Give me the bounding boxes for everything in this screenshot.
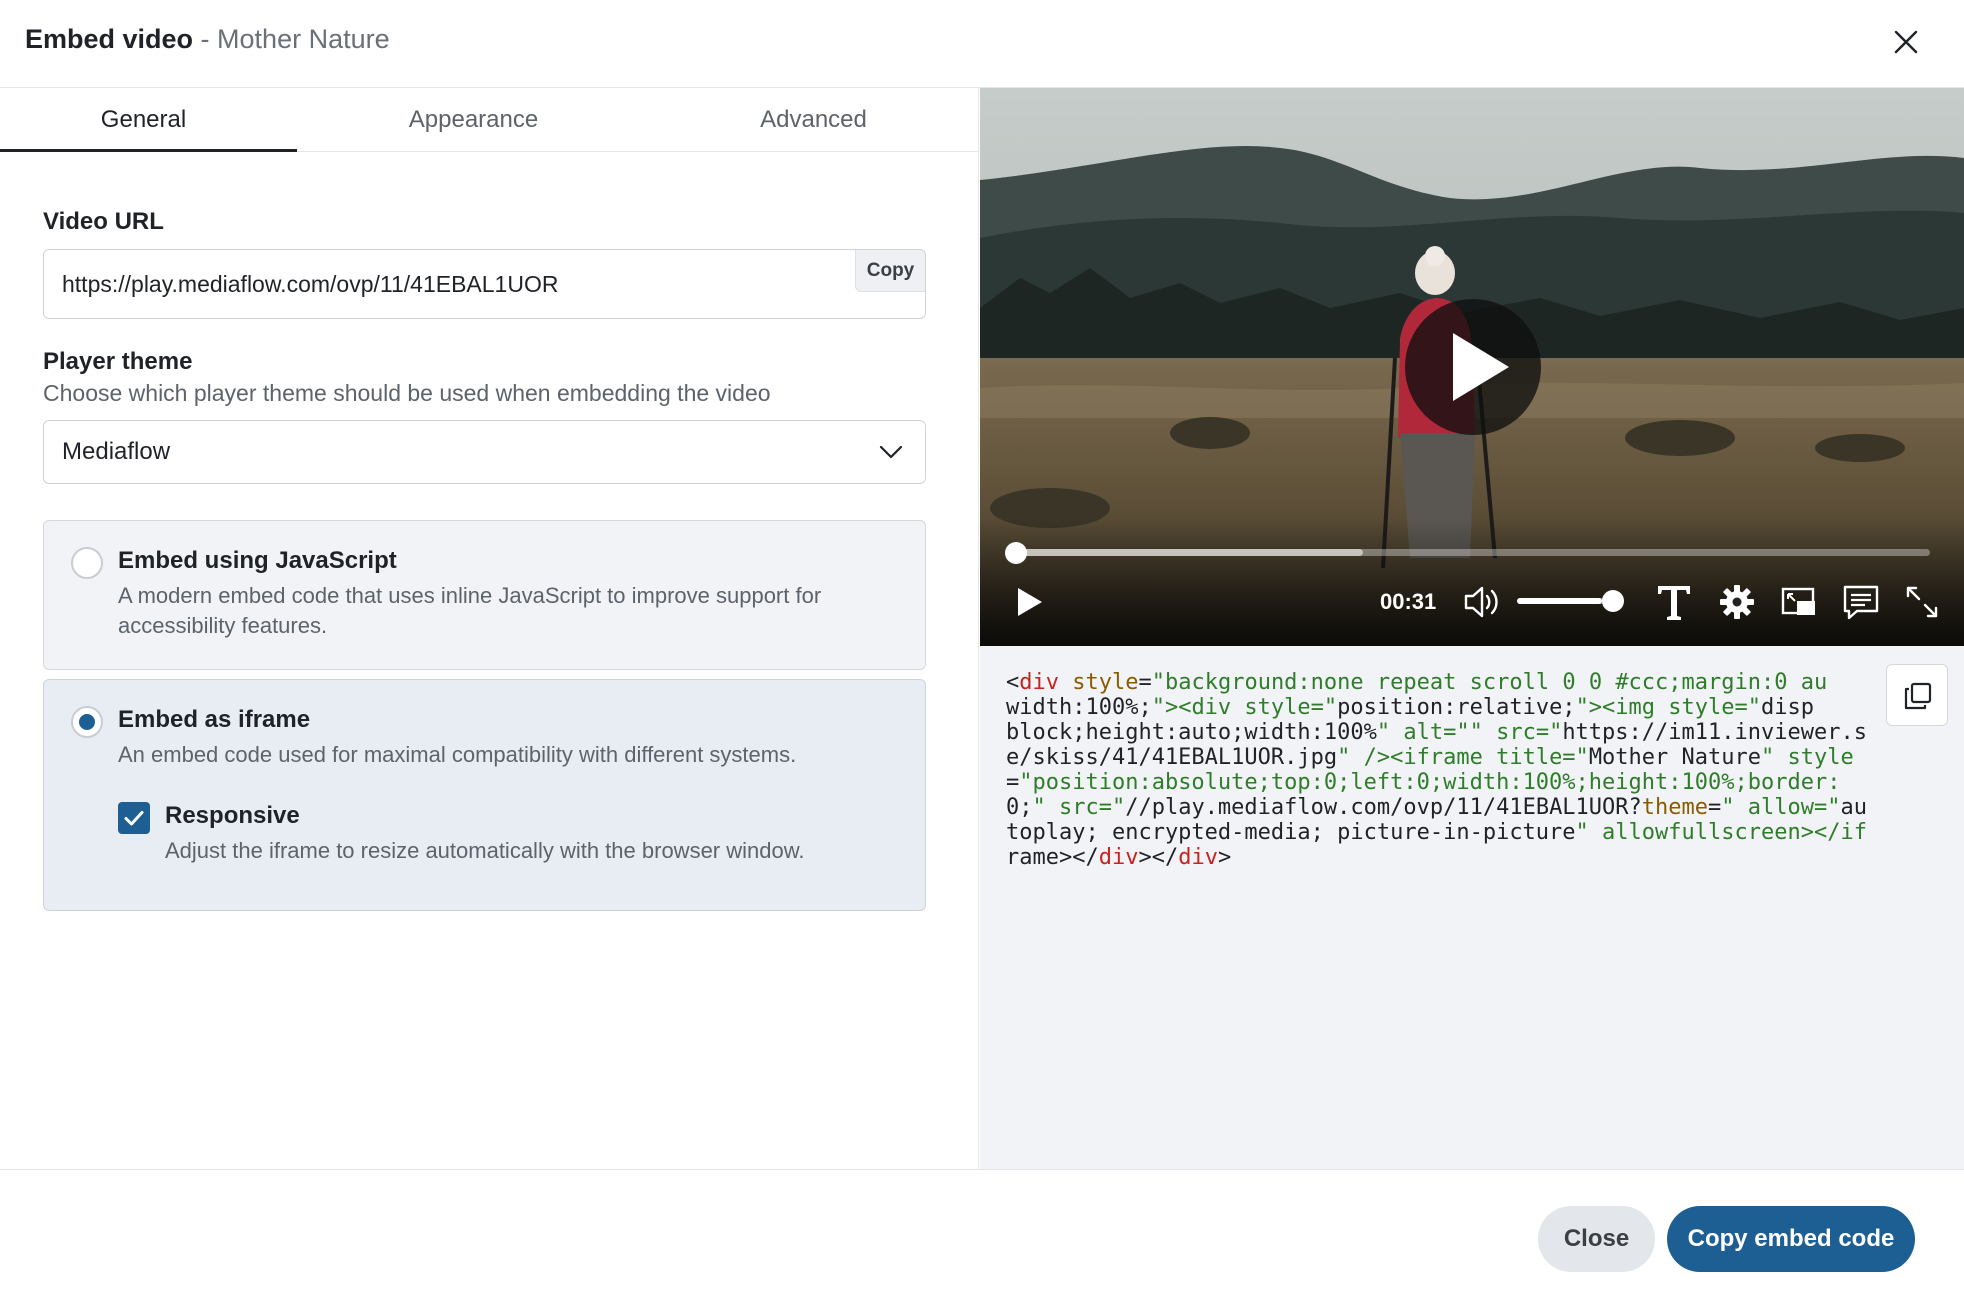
dialog-title-main: Embed video	[25, 24, 194, 54]
progress-handle[interactable]	[1005, 542, 1027, 564]
volume-handle[interactable]	[1601, 590, 1624, 612]
embed-code-block: <div style="background:none repeat scrol…	[1006, 670, 1936, 870]
close-dialog-button[interactable]	[1886, 22, 1926, 62]
subtitles-button[interactable]	[1839, 580, 1883, 624]
embed-javascript-title: Embed using JavaScript	[118, 547, 397, 574]
fullscreen-icon	[1906, 586, 1938, 618]
gear-icon	[1720, 585, 1754, 619]
responsive-description: Adjust the iframe to resize automaticall…	[165, 838, 805, 863]
code-line: <div style="background:none repeat scrol…	[1006, 670, 1828, 695]
settings-panel: General Appearance Advanced Video URL ht…	[0, 88, 979, 1169]
big-play-button[interactable]	[1405, 299, 1541, 435]
subtitles-icon	[1843, 585, 1879, 620]
volume-slider[interactable]	[1517, 590, 1624, 612]
preview-panel: 00:31 <div style="background:none repeat…	[980, 88, 1964, 1169]
play-icon	[1453, 333, 1509, 401]
play-button[interactable]	[1012, 580, 1048, 624]
code-line: rame></div></div>	[1006, 845, 1232, 870]
player-theme-label: Player theme	[43, 348, 193, 375]
active-tab-indicator	[0, 149, 297, 152]
play-icon	[1018, 588, 1042, 616]
video-url-label: Video URL	[43, 208, 164, 235]
settings-button[interactable]	[1715, 580, 1759, 624]
progress-bar[interactable]	[1005, 542, 1930, 564]
embed-javascript-option[interactable]: Embed using JavaScript A modern embed co…	[43, 520, 926, 670]
player-theme-select[interactable]: Mediaflow	[43, 420, 926, 484]
code-line: toplay; encrypted-media; picture-in-pict…	[1006, 820, 1867, 845]
picture-in-picture-icon	[1781, 587, 1815, 615]
chevron-down-icon	[879, 445, 903, 459]
embed-iframe-radio[interactable]	[71, 706, 103, 738]
dialog-footer: Close Copy embed code	[0, 1169, 1964, 1298]
embed-javascript-radio[interactable]	[71, 547, 103, 579]
code-line: 0;" src="//play.mediaflow.com/ovp/11/41E…	[1006, 795, 1867, 820]
tab-bar: General Appearance Advanced	[0, 88, 979, 152]
volume-icon	[1464, 586, 1498, 618]
captions-style-button[interactable]	[1652, 580, 1696, 624]
tab-general[interactable]: General	[0, 88, 287, 152]
player-theme-helper: Choose which player theme should be used…	[43, 380, 771, 406]
video-player[interactable]: 00:31	[980, 88, 1964, 646]
close-icon	[1894, 30, 1918, 54]
tab-appearance[interactable]: Appearance	[330, 88, 617, 152]
tab-advanced[interactable]: Advanced	[670, 88, 957, 152]
checkmark-icon	[124, 811, 144, 826]
video-name: Mother Nature	[217, 24, 390, 54]
picture-in-picture-button[interactable]	[1777, 580, 1821, 624]
responsive-checkbox[interactable]	[118, 802, 150, 834]
code-line: e/skiss/41/41EBAL1UOR.jpg" /><iframe tit…	[1006, 745, 1854, 770]
code-line: block;height:auto;width:100%" alt="" src…	[1006, 720, 1867, 745]
text-icon	[1658, 586, 1690, 620]
fullscreen-button[interactable]	[1900, 580, 1944, 624]
dialog-header: Embed video - Mother Nature	[0, 0, 1964, 88]
video-url-value: https://play.mediaflow.com/ovp/11/41EBAL…	[62, 271, 559, 297]
close-button[interactable]: Close	[1538, 1206, 1655, 1272]
embed-javascript-description: A modern embed code that uses inline Jav…	[118, 583, 822, 638]
volume-fill	[1517, 598, 1602, 604]
code-line: ="position:absolute;top:0;left:0;width:1…	[1006, 770, 1841, 795]
current-time: 00:31	[1380, 589, 1437, 614]
dialog-title: Embed video - Mother Nature	[25, 22, 390, 56]
video-url-field[interactable]: https://play.mediaflow.com/ovp/11/41EBAL…	[43, 249, 926, 319]
copy-url-button[interactable]: Copy	[855, 250, 925, 292]
copy-code-button[interactable]	[1886, 664, 1948, 726]
progress-buffer	[1016, 549, 1364, 556]
embed-iframe-title: Embed as iframe	[118, 706, 311, 733]
embed-iframe-description: An embed code used for maximal compatibi…	[118, 742, 797, 767]
player-theme-value: Mediaflow	[62, 438, 171, 465]
mute-button[interactable]	[1460, 580, 1504, 624]
dialog-title-separator: -	[193, 24, 218, 54]
code-line: width:100%;"><div style="position:relati…	[1006, 695, 1814, 720]
responsive-label: Responsive	[165, 802, 300, 829]
embed-iframe-option[interactable]: Embed as iframe An embed code used for m…	[43, 679, 926, 911]
copy-embed-code-button[interactable]: Copy embed code	[1667, 1206, 1915, 1272]
copy-icon	[1904, 682, 1932, 710]
